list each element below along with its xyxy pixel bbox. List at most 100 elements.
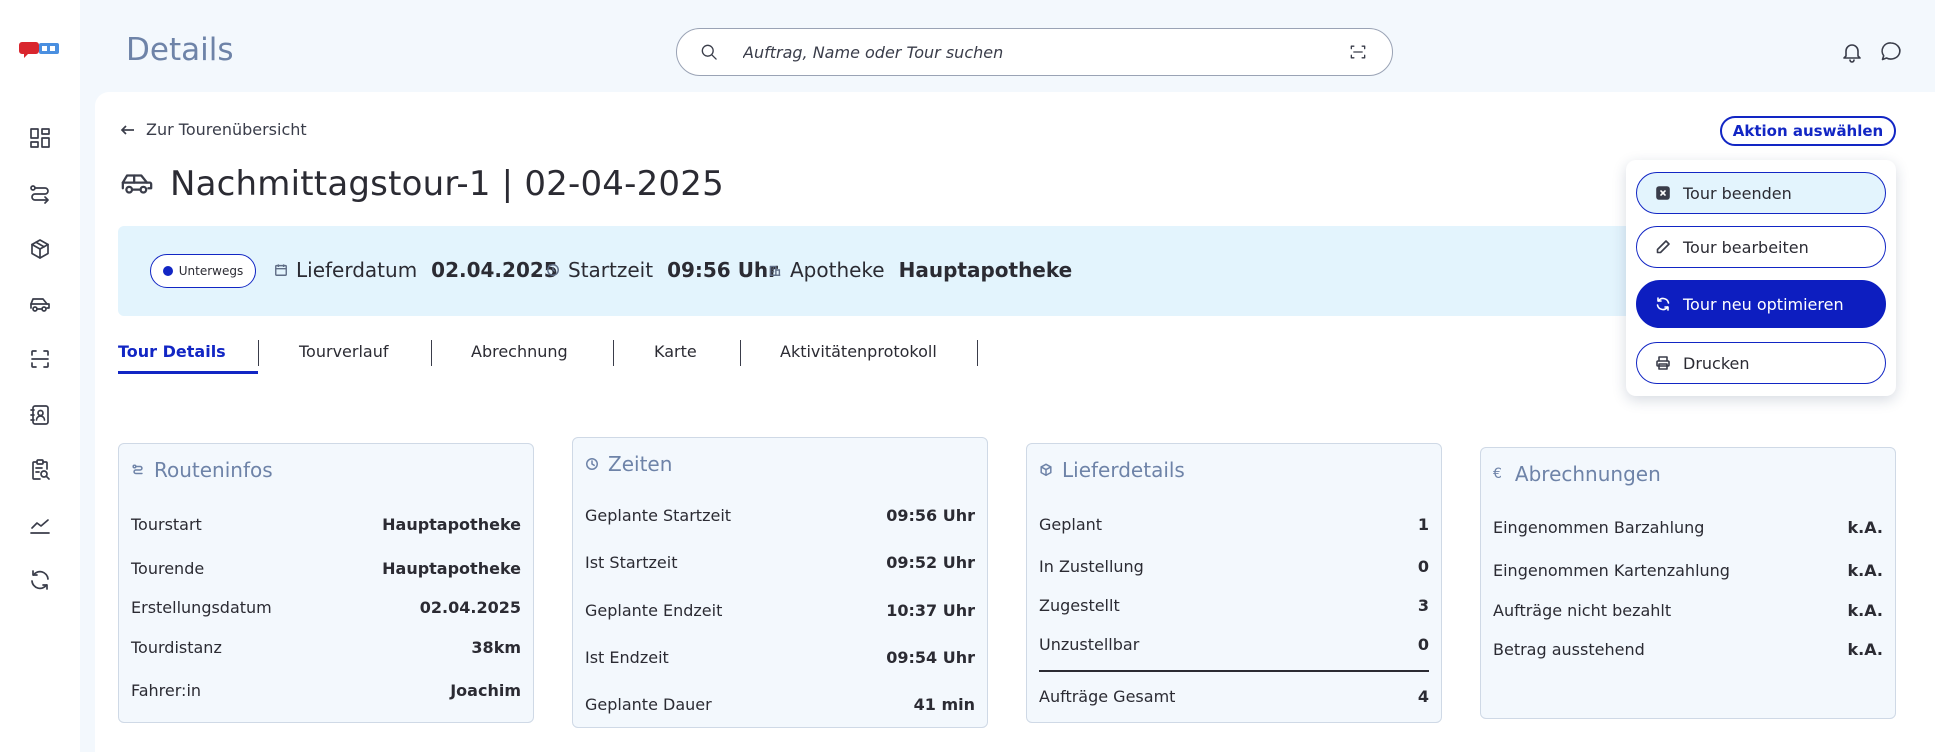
delivery-date-label: Lieferdatum [296, 258, 418, 282]
print-label: Drucken [1683, 353, 1750, 373]
notification-bell-icon[interactable] [1840, 40, 1864, 64]
status-badge: Unterwegs [150, 254, 256, 288]
select-action-button[interactable]: Aktion auswählen [1720, 116, 1896, 146]
car-icon [121, 174, 153, 194]
row-value: Hauptapotheke [382, 559, 521, 578]
dashboard-icon[interactable] [26, 124, 54, 152]
package-icon[interactable] [26, 235, 54, 263]
row-label: Geplante Startzeit [585, 506, 732, 525]
pharmacy-label: Apotheke [790, 258, 885, 282]
reoptimize-tour-button[interactable]: Tour neu optimieren [1636, 280, 1886, 328]
back-link[interactable]: Zur Tourenübersicht [120, 120, 307, 139]
package-icon [1040, 463, 1052, 476]
analytics-icon[interactable] [26, 511, 54, 539]
start-time-value: 09:56 Uhr [667, 258, 779, 282]
search-input[interactable] [743, 37, 1303, 67]
row-label: Geplante Endzeit [585, 601, 723, 620]
tab-tourverlauf[interactable]: Tourverlauf [259, 336, 431, 374]
tab-tour-details[interactable]: Tour Details [118, 336, 258, 374]
routes-icon[interactable] [26, 180, 54, 208]
print-menu-item[interactable]: Drucken [1636, 342, 1886, 384]
refresh-icon [1656, 297, 1670, 311]
row-label: Unzustellbar [1039, 635, 1140, 654]
row-value: k.A. [1847, 518, 1883, 537]
row-value: 09:52 Uhr [886, 553, 975, 572]
sidebar [0, 0, 80, 752]
scan-icon[interactable] [26, 345, 54, 373]
row-label: In Zustellung [1039, 557, 1144, 576]
tab-abrechnung[interactable]: Abrechnung [432, 336, 613, 374]
times-title: Zeiten [608, 452, 673, 476]
start-time-label: Startzeit [568, 258, 654, 282]
edit-tour-label: Tour bearbeiten [1683, 237, 1809, 257]
row-label: Fahrer:in [131, 681, 202, 700]
clock-icon [547, 264, 559, 276]
chat-icon[interactable] [1879, 40, 1903, 64]
row-label: Aufträge nicht bezahlt [1493, 601, 1672, 620]
status-dot [162, 266, 173, 276]
delivery-date-info: Lieferdatum 02.04.2025 [274, 258, 558, 282]
action-dropdown-menu: Tour beenden Tour bearbeiten Tour neu op… [1626, 160, 1896, 396]
car-icon[interactable] [26, 290, 54, 318]
start-time-info: Startzeit 09:56 Uhr [546, 258, 778, 282]
info-row: Betrag ausstehend k.A. [1493, 640, 1883, 659]
delivery-details-card: Lieferdetails Geplant 1 In Zustellung 0 Zu… [1026, 443, 1442, 723]
info-row: Eingenommen Kartenzahlung k.A. [1493, 561, 1883, 580]
row-label: Geplante Dauer [585, 695, 712, 714]
row-label: Ist Endzeit [585, 648, 669, 667]
tour-heading: Nachmittagstour-1 | 02-04-2025 [120, 164, 724, 204]
status-label: Unterwegs [178, 264, 244, 278]
delivery-date-value: 02.04.2025 [431, 258, 558, 282]
page-title: Details [126, 32, 234, 68]
end-tour-menu-item[interactable]: Tour beenden [1636, 172, 1886, 214]
back-link-label: Zur Tourenübersicht [146, 120, 307, 139]
euro-icon: € [1493, 466, 1502, 482]
route-info-title: Routeninfos [154, 458, 273, 482]
row-value: Hauptapotheke [382, 515, 521, 534]
contacts-icon[interactable] [26, 401, 54, 429]
info-row: Geplant 1 [1039, 515, 1429, 534]
info-row: Fahrer:in Joachim [131, 681, 521, 700]
pharmacy-info: Apotheke Hauptapotheke [768, 258, 1072, 282]
route-info-card: Routeninfos Tourstart Hauptapotheke Toure… [118, 443, 534, 723]
app-logo[interactable] [19, 38, 63, 62]
card-header: Lieferdetails [1039, 458, 1185, 482]
info-row: Tourdistanz 38km [131, 638, 521, 657]
calendar-icon [275, 264, 287, 276]
billing-title: Abrechnungen [1514, 462, 1661, 486]
info-row: Geplante Startzeit 09:56 Uhr [585, 506, 975, 525]
barcode-scan-icon[interactable] [1348, 42, 1368, 62]
row-label: Tourdistanz [131, 638, 222, 657]
info-row: Erstellungsdatum 02.04.2025 [131, 598, 521, 617]
row-value: 3 [1417, 596, 1429, 615]
row-value: 09:54 Uhr [886, 648, 975, 667]
info-row: Zugestellt 3 [1039, 596, 1429, 615]
reoptimize-tour-label: Tour neu optimieren [1683, 294, 1844, 314]
tab-bar: Tour Details Tourverlauf Abrechnung Kart… [118, 336, 978, 374]
end-tour-label: Tour beenden [1683, 183, 1792, 203]
search-bar[interactable] [676, 28, 1393, 76]
row-value: Joachim [450, 681, 521, 700]
info-row: Ist Startzeit 09:52 Uhr [585, 553, 975, 572]
tour-info-bar: Unterwegs Lieferdatum 02.04.2025 Startze… [118, 226, 1638, 316]
row-label: Tourstart [131, 515, 202, 534]
stop-icon [1656, 186, 1670, 200]
sync-icon[interactable] [26, 566, 54, 594]
row-label: Tourende [131, 559, 205, 578]
tab-aktivitaetenprotokoll[interactable]: Aktivitätenprotokoll [741, 336, 977, 374]
row-value: 0 [1417, 557, 1429, 576]
printer-icon [1656, 356, 1670, 370]
edit-tour-menu-item[interactable]: Tour bearbeiten [1636, 226, 1886, 268]
tab-karte[interactable]: Karte [614, 336, 740, 374]
route-icon [132, 464, 143, 475]
row-value: 09:56 Uhr [886, 506, 975, 525]
row-value: 10:37 Uhr [886, 601, 975, 620]
info-row: Ist Endzeit 09:54 Uhr [585, 648, 975, 667]
info-row: Aufträge nicht bezahlt k.A. [1493, 601, 1883, 620]
clipboard-search-icon[interactable] [26, 456, 54, 484]
row-label: Erstellungsdatum [131, 598, 272, 617]
row-label: Ist Startzeit [585, 553, 678, 572]
card-header: € Abrechnungen [1493, 462, 1661, 486]
info-row: Geplante Endzeit 10:37 Uhr [585, 601, 975, 620]
info-row: Tourstart Hauptapotheke [131, 515, 521, 534]
